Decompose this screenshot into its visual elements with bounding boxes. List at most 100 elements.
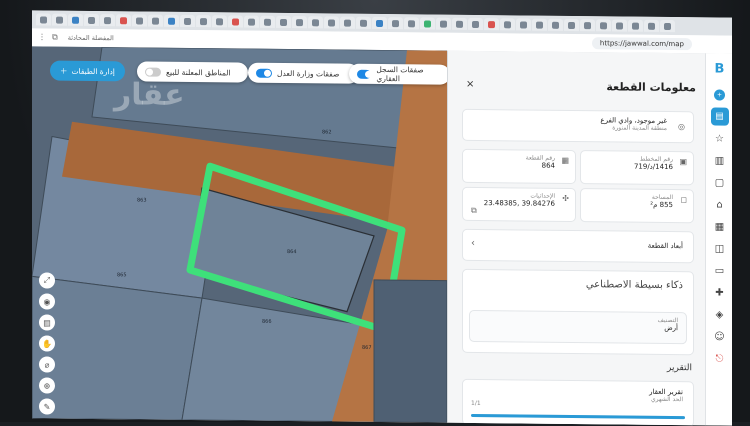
tab[interactable] (628, 19, 643, 32)
plot-info-panel: معلومات القطعة × ◎ غير موجود، وادي الفرع… (447, 50, 706, 426)
measure-icon[interactable]: ⌀ (39, 356, 55, 373)
dimensions-row[interactable]: أبعاد القطعة ‹ (462, 228, 694, 264)
coordinates-card: ✣ ⧉ الإحداثيات 39.84276 ,23.48385 (462, 186, 576, 223)
manage-layers-button[interactable]: ＋ إدارة الطبقات (50, 60, 125, 82)
app-logo[interactable]: B (706, 53, 732, 83)
area-card: ◻ المساحة 855 م² (580, 188, 694, 224)
pin-icon[interactable]: ◉ (39, 293, 55, 310)
browser-screen: ⋮ ⧉ المفضلة المحادثة https://jawwal.com/… (32, 10, 732, 426)
tab[interactable] (68, 13, 83, 26)
map-canvas[interactable]: عقار 862 864 863 866 865 867 ＋ إدارة الط… (32, 46, 447, 423)
tab[interactable] (580, 19, 595, 32)
tab[interactable] (276, 15, 291, 29)
tab[interactable] (308, 16, 323, 29)
notification-badge[interactable]: + (714, 88, 725, 101)
tab[interactable] (292, 16, 307, 29)
tab[interactable] (660, 19, 675, 33)
calendar-icon[interactable]: ▦ (706, 215, 732, 237)
tab[interactable] (516, 18, 531, 31)
filter-chip-justice[interactable]: صفقات وزارة العدل (248, 62, 359, 84)
filter-toggle[interactable] (145, 67, 161, 77)
tab[interactable] (244, 15, 259, 28)
tab[interactable] (52, 13, 67, 26)
tab[interactable] (196, 15, 211, 28)
tab[interactable] (596, 19, 611, 32)
filter-chip-for-sale[interactable]: المناطق المعلنة للبيع (137, 61, 248, 83)
users-icon[interactable]: ☺ (706, 325, 732, 347)
filter-label: المناطق المعلنة للبيع (166, 67, 231, 77)
file-icon[interactable]: ▢ (706, 171, 732, 193)
tab[interactable] (644, 19, 659, 32)
tab[interactable] (484, 18, 499, 31)
plot-number: 862 (322, 129, 332, 136)
tab[interactable] (356, 16, 371, 29)
app-sidebar: B + ▤ ☆ ▥ ▢ ⌂ ▦ ◫ ▭ ✚ ◈ ☺ ⎋ (705, 53, 732, 426)
url-field[interactable]: https://jawwal.com/map (591, 37, 692, 51)
plan-number-value: 1416/د/719 (633, 162, 673, 172)
tab[interactable] (164, 14, 179, 27)
copy-icon[interactable]: ⧉ (471, 206, 477, 216)
tab[interactable] (436, 17, 451, 30)
tab[interactable] (452, 17, 467, 30)
star-icon[interactable]: ☆ (706, 127, 732, 149)
ai-card: ذكاء بسيطة الاصطناعي التصنيف أرض (462, 268, 694, 356)
layers-icon[interactable]: ▤ (39, 314, 55, 331)
tab[interactable] (116, 14, 131, 27)
tab[interactable] (500, 18, 515, 31)
tab[interactable] (180, 14, 195, 28)
tab[interactable] (84, 13, 99, 27)
tab[interactable] (388, 17, 403, 30)
tab[interactable] (468, 17, 483, 31)
book-icon[interactable]: ▭ (706, 259, 732, 281)
stats-icon[interactable]: ▥ (706, 149, 732, 171)
tab[interactable] (612, 19, 627, 32)
report-card[interactable]: تقرير العقار الحد الشهري 1/1 (462, 378, 694, 426)
tab[interactable] (132, 14, 147, 27)
plot-info-nav[interactable]: ▤ (706, 105, 732, 127)
fullscreen-icon[interactable]: ⤢ (39, 272, 55, 289)
chart-icon[interactable]: ◫ (706, 237, 732, 259)
tab[interactable] (260, 15, 275, 28)
menu-icon[interactable]: ⋮ (38, 32, 46, 42)
tab[interactable] (404, 17, 419, 30)
tag-icon[interactable]: ⌂ (706, 193, 732, 215)
tab[interactable] (532, 18, 547, 31)
filter-toggle[interactable] (357, 69, 372, 79)
hand-icon[interactable]: ✋ (39, 335, 55, 352)
plot-number: 867 (362, 344, 372, 351)
tab[interactable] (324, 16, 339, 29)
tab[interactable] (372, 16, 387, 30)
tab[interactable] (420, 17, 435, 30)
report-limit: الحد الشهري (650, 395, 683, 404)
extensions-icon[interactable]: ⧉ (52, 33, 58, 43)
map-layer (32, 46, 447, 423)
filter-label: صفقات وزارة العدل (277, 68, 340, 79)
puzzle-icon[interactable]: ✚ (706, 281, 732, 303)
filter-toggle[interactable] (256, 68, 272, 78)
tab[interactable] (36, 13, 51, 26)
plus-icon: ＋ (60, 66, 68, 76)
watermark: عقار (114, 77, 185, 113)
map-toolbar: ⤢ ◉ ▤ ✋ ⌀ ⊕ ✎ (39, 272, 57, 415)
classification-box: التصنيف أرض (469, 309, 687, 345)
tab[interactable] (148, 14, 163, 27)
tab[interactable] (212, 15, 227, 28)
plot-number: 865 (117, 272, 127, 279)
report-progress-track (471, 413, 685, 420)
logout-icon[interactable]: ⎋ (706, 347, 732, 369)
tab[interactable] (548, 18, 563, 31)
close-icon[interactable]: × (466, 79, 474, 90)
area-icon: ◻ (680, 195, 687, 205)
ai-title: ذكاء بسيطة الاصطناعي (585, 279, 683, 292)
tab[interactable] (228, 15, 243, 28)
report-title: التقرير (667, 362, 692, 374)
tab[interactable] (564, 18, 579, 32)
document-icon: ▤ (710, 107, 729, 126)
draw-icon[interactable]: ✎ (39, 398, 55, 415)
gift-icon[interactable]: ◈ (706, 303, 732, 325)
tab[interactable] (340, 16, 355, 29)
bookmarks-bar[interactable]: المفضلة المحادثة (68, 34, 114, 42)
tab[interactable] (100, 14, 115, 27)
filter-chip-registry[interactable]: صفقات السجل العقاري (349, 63, 447, 85)
locate-icon[interactable]: ⊕ (39, 377, 55, 394)
